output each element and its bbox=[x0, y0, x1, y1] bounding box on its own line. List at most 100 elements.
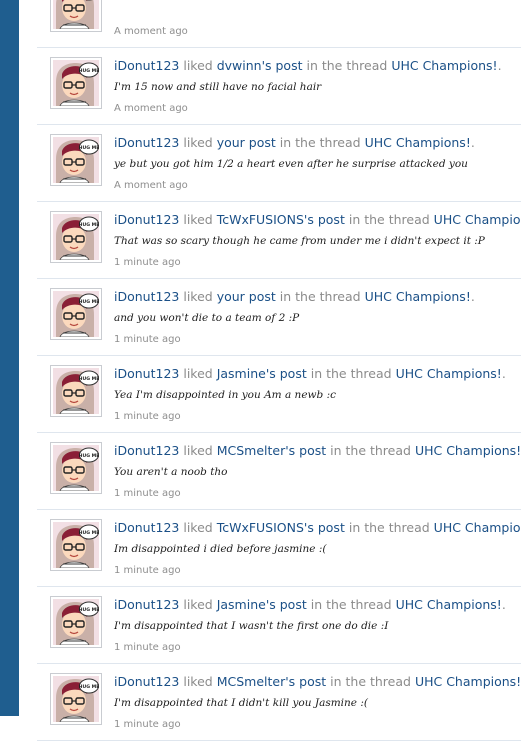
alert-post-link[interactable]: MCSmelter's post bbox=[217, 443, 326, 458]
alert-timestamp: A moment ago bbox=[114, 103, 188, 114]
alert-text: iDonut123 liked TcWxFUSIONS's post in th… bbox=[114, 520, 521, 535]
alert-text: iDonut123 liked your post in the thread … bbox=[114, 135, 475, 150]
avatar[interactable]: HUG ME bbox=[50, 134, 102, 186]
alert-item: HUG ME A moment ago bbox=[37, 0, 521, 48]
avatar[interactable]: HUG ME bbox=[50, 288, 102, 340]
alert-post-link[interactable]: your post bbox=[217, 135, 276, 150]
alert-timestamp: 1 minute ago bbox=[114, 334, 181, 345]
alert-text: iDonut123 liked Jasmine's post in the th… bbox=[114, 597, 506, 612]
alert-username-link[interactable]: iDonut123 bbox=[114, 135, 179, 150]
alert-timestamp: 1 minute ago bbox=[114, 257, 181, 268]
alert-text: iDonut123 liked your post in the thread … bbox=[114, 289, 475, 304]
alert-action-text: liked bbox=[183, 289, 213, 304]
alert-thread-link[interactable]: UHC Champions! bbox=[396, 366, 502, 381]
sidebar-bar bbox=[0, 0, 19, 716]
alert-username-link[interactable]: iDonut123 bbox=[114, 212, 179, 227]
alert-username-link[interactable]: iDonut123 bbox=[114, 443, 179, 458]
alert-thread-link[interactable]: UHC Champions! bbox=[365, 289, 471, 304]
alert-timestamp: 1 minute ago bbox=[114, 488, 181, 499]
alert-text: iDonut123 liked MCSmelter's post in the … bbox=[114, 443, 521, 458]
alert-timestamp: A moment ago bbox=[114, 180, 188, 191]
alert-item: HUG ME iDonut123 liked MCSmelter's post … bbox=[37, 433, 521, 510]
avatar[interactable]: HUG ME bbox=[50, 673, 102, 725]
alert-text: iDonut123 liked TcWxFUSIONS's post in th… bbox=[114, 212, 521, 227]
avatar[interactable]: HUG ME bbox=[50, 211, 102, 263]
avatar-image: HUG ME bbox=[53, 214, 99, 260]
alert-username-link[interactable]: iDonut123 bbox=[114, 674, 179, 689]
alert-in-thread-text: in the thread bbox=[306, 58, 388, 73]
alert-in-thread-text: in the thread bbox=[310, 366, 392, 381]
alert-in-thread-text: in the thread bbox=[310, 597, 392, 612]
alert-item: HUG ME iDonut123 liked MCSmelter's post … bbox=[37, 664, 521, 741]
alert-username-link[interactable]: iDonut123 bbox=[114, 289, 179, 304]
alert-period: . bbox=[501, 597, 506, 612]
alert-action-text: liked bbox=[183, 597, 213, 612]
alert-in-thread-text: in the thread bbox=[279, 289, 361, 304]
alert-in-thread-text: in the thread bbox=[330, 674, 411, 689]
alert-item: HUG ME iDonut123 liked TcWxFUSIONS's pos… bbox=[37, 202, 521, 279]
avatar-image: HUG ME bbox=[53, 445, 99, 491]
alert-thread-link[interactable]: UHC Champions! bbox=[415, 443, 521, 458]
avatar[interactable]: HUG ME bbox=[50, 442, 102, 494]
alert-post-link[interactable]: Jasmine's post bbox=[217, 597, 307, 612]
alert-action-text: liked bbox=[183, 520, 213, 535]
alert-excerpt: I'm disappointed that I wasn't the first… bbox=[114, 620, 389, 632]
avatar[interactable]: HUG ME bbox=[50, 57, 102, 109]
alert-action-text: liked bbox=[183, 58, 213, 73]
avatar-image: HUG ME bbox=[53, 291, 99, 337]
avatar-image: HUG ME bbox=[53, 368, 99, 414]
avatar-image: HUG ME bbox=[53, 522, 99, 568]
alert-item: HUG ME iDonut123 liked your post in the … bbox=[37, 279, 521, 356]
alert-excerpt: I'm disappointed that I didn't kill you … bbox=[114, 697, 368, 709]
svg-text:HUG ME: HUG ME bbox=[79, 453, 99, 459]
alert-timestamp: A moment ago bbox=[114, 26, 188, 37]
alert-username-link[interactable]: iDonut123 bbox=[114, 58, 179, 73]
alert-action-text: liked bbox=[183, 135, 213, 150]
alert-post-link[interactable]: TcWxFUSIONS's post bbox=[217, 212, 345, 227]
alert-action-text: liked bbox=[183, 366, 213, 381]
alert-period: . bbox=[501, 366, 506, 381]
alert-text: iDonut123 liked Jasmine's post in the th… bbox=[114, 366, 506, 381]
svg-text:HUG ME: HUG ME bbox=[79, 299, 99, 305]
alert-excerpt: I'm 15 now and still have no facial hair bbox=[114, 81, 322, 93]
avatar-image: HUG ME bbox=[53, 676, 99, 722]
alert-timestamp: 1 minute ago bbox=[114, 719, 181, 730]
alert-timestamp: 1 minute ago bbox=[114, 642, 181, 653]
avatar-image: HUG ME bbox=[53, 60, 99, 106]
alert-post-link[interactable]: dvwinn's post bbox=[217, 58, 303, 73]
alert-thread-link[interactable]: UHC Champions! bbox=[365, 135, 471, 150]
avatar[interactable]: HUG ME bbox=[50, 0, 102, 32]
avatar[interactable]: HUG ME bbox=[50, 365, 102, 417]
alert-action-text: liked bbox=[183, 443, 213, 458]
alert-username-link[interactable]: iDonut123 bbox=[114, 597, 179, 612]
svg-text:HUG ME: HUG ME bbox=[79, 607, 99, 613]
alert-thread-link[interactable]: UHC Champions! bbox=[434, 520, 521, 535]
alert-period: . bbox=[497, 58, 502, 73]
avatar[interactable]: HUG ME bbox=[50, 519, 102, 571]
alert-username-link[interactable]: iDonut123 bbox=[114, 520, 179, 535]
alert-excerpt: and you won't die to a team of 2 :P bbox=[114, 312, 300, 324]
alert-period: . bbox=[470, 135, 475, 150]
alert-in-thread-text: in the thread bbox=[330, 443, 411, 458]
alert-post-link[interactable]: TcWxFUSIONS's post bbox=[217, 520, 345, 535]
alert-item: HUG ME iDonut123 liked Jasmine's post in… bbox=[37, 587, 521, 664]
alert-excerpt: You aren't a noob tho bbox=[114, 466, 228, 478]
alert-excerpt: That was so scary though he came from un… bbox=[114, 235, 485, 247]
alert-username-link[interactable]: iDonut123 bbox=[114, 366, 179, 381]
svg-text:HUG ME: HUG ME bbox=[79, 145, 99, 151]
alert-post-link[interactable]: your post bbox=[217, 289, 276, 304]
alert-thread-link[interactable]: UHC Champions! bbox=[434, 212, 521, 227]
alert-post-link[interactable]: MCSmelter's post bbox=[217, 674, 326, 689]
alert-thread-link[interactable]: UHC Champions! bbox=[391, 58, 497, 73]
alert-action-text: liked bbox=[183, 674, 213, 689]
alert-thread-link[interactable]: UHC Champions! bbox=[415, 674, 521, 689]
avatar[interactable]: HUG ME bbox=[50, 596, 102, 648]
alert-thread-link[interactable]: UHC Champions! bbox=[396, 597, 502, 612]
alert-in-thread-text: in the thread bbox=[279, 135, 361, 150]
alert-post-link[interactable]: Jasmine's post bbox=[217, 366, 307, 381]
alert-in-thread-text: in the thread bbox=[348, 212, 430, 227]
alert-timestamp: 1 minute ago bbox=[114, 411, 181, 422]
alert-timestamp: 1 minute ago bbox=[114, 565, 181, 576]
alert-text: iDonut123 liked dvwinn's post in the thr… bbox=[114, 58, 502, 73]
alert-excerpt: ye but you got him 1/2 a heart even afte… bbox=[114, 158, 468, 170]
